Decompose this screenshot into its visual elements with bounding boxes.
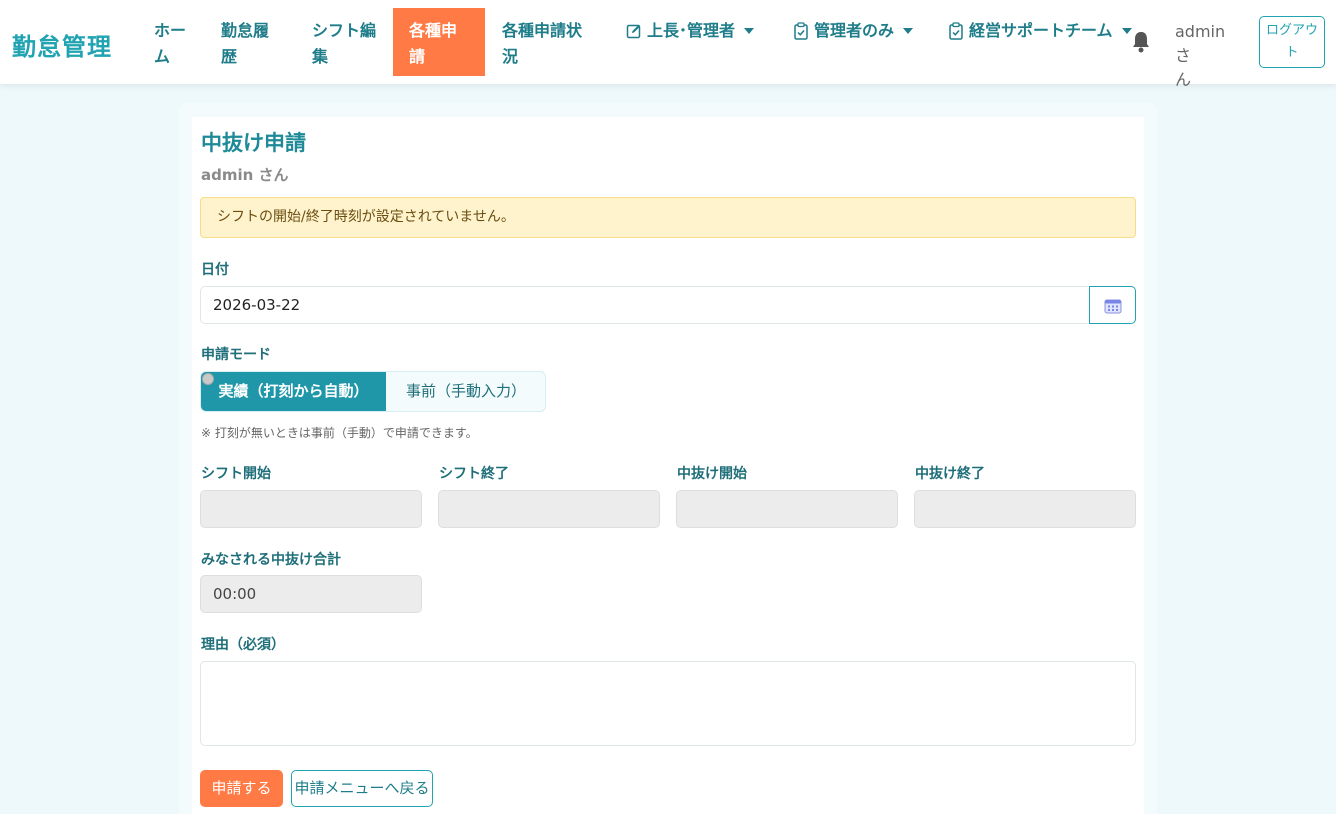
brand-logo[interactable]: 勤怠管理 xyxy=(12,27,112,62)
nav-home-label-1: ホー xyxy=(154,21,187,40)
shift-start-label: シフト開始 xyxy=(201,466,271,482)
back-to-menu-button[interactable]: 申請メニューへ戻る xyxy=(291,770,433,807)
reason-textarea[interactable] xyxy=(200,661,1136,746)
page-subtitle: admin さん xyxy=(201,166,289,184)
user-name-line-1: admin さ xyxy=(1175,22,1226,65)
logout-button[interactable]: ログアウ ト xyxy=(1259,16,1325,68)
nav-shift-edit-label-1: シフト編 xyxy=(312,21,377,40)
shift-start-field[interactable] xyxy=(200,490,422,528)
chevron-down-icon xyxy=(744,28,755,34)
break-start-label: 中抜け開始 xyxy=(677,466,747,482)
logout-label-1: ログアウ xyxy=(1265,23,1318,38)
clipboard-check-icon xyxy=(949,22,963,40)
mode-hint: ※ 打刻が無いときは事前（手動）で申請できます。 xyxy=(201,426,478,440)
top-navbar: 勤怠管理 ホー ム 勤怠履 歴 シフト編 集 各種申 請 各種申請状 況 上長･… xyxy=(0,0,1336,89)
date-input-group xyxy=(200,286,1136,324)
nav-home-label-2: ム xyxy=(154,47,171,66)
mode-actual-button[interactable]: 実績（打刻から自動） xyxy=(201,372,386,411)
nav-shift-edit[interactable]: シフト編 集 xyxy=(312,8,376,76)
nav-application-status-label-1: 各種申請状 xyxy=(502,21,583,40)
nav-dropdown-management-support-label: 経営サポートチーム xyxy=(969,21,1113,40)
nav-applications-label-2: 請 xyxy=(409,47,426,66)
nav-attendance-history-label-2: 歴 xyxy=(221,47,238,66)
total-break-field[interactable]: 00:00 xyxy=(200,575,422,613)
nav-dropdown-supervisor[interactable]: 上長･管理者 xyxy=(626,8,755,76)
calendar-button[interactable] xyxy=(1089,286,1136,324)
radio-indicator xyxy=(202,373,214,385)
mode-manual-button[interactable]: 事前（手動入力） xyxy=(386,372,546,411)
mode-label: 申請モード xyxy=(201,347,271,363)
pencil-square-icon xyxy=(626,24,641,39)
submit-button[interactable]: 申請する xyxy=(200,770,283,807)
mode-toggle: 実績（打刻から自動） 事前（手動入力） xyxy=(200,371,546,412)
total-break-label: みなされる中抜け合計 xyxy=(201,552,341,568)
clipboard-check-icon xyxy=(794,22,808,40)
user-name-line-2: ん xyxy=(1175,70,1192,89)
nav-attendance-history-label-1: 勤怠履 xyxy=(221,21,270,40)
date-input[interactable] xyxy=(200,286,1090,324)
shift-end-field[interactable] xyxy=(438,490,660,528)
break-end-label: 中抜け終了 xyxy=(915,466,985,482)
logout-label-2: ト xyxy=(1285,45,1299,60)
nav-shift-edit-label-2: 集 xyxy=(312,47,329,66)
nav-applications-label-1: 各種申 xyxy=(409,21,458,40)
calendar-icon xyxy=(1104,299,1122,314)
page-title: 中抜け申請 xyxy=(201,131,306,155)
date-label: 日付 xyxy=(201,262,229,278)
break-start-field[interactable] xyxy=(676,490,898,528)
chevron-down-icon xyxy=(903,28,914,34)
nav-dropdown-admin-only[interactable]: 管理者のみ xyxy=(793,8,914,76)
bell-icon[interactable] xyxy=(1130,30,1152,54)
nav-application-status[interactable]: 各種申請状 況 xyxy=(502,8,582,76)
nav-application-status-label-2: 況 xyxy=(502,47,519,66)
break-end-field[interactable] xyxy=(914,490,1136,528)
warning-alert: シフトの開始/終了時刻が設定されていません。 xyxy=(200,197,1136,238)
nav-applications[interactable]: 各種申 請 xyxy=(393,8,485,76)
nav-attendance-history[interactable]: 勤怠履 歴 xyxy=(221,8,269,76)
reason-label: 理由（必須） xyxy=(201,637,285,653)
nav-dropdown-admin-only-label: 管理者のみ xyxy=(814,21,895,40)
nav-dropdown-supervisor-label: 上長･管理者 xyxy=(647,21,736,40)
nav-dropdown-management-support[interactable]: 経営サポートチーム xyxy=(948,8,1132,76)
nav-home[interactable]: ホー ム xyxy=(154,8,186,76)
shift-end-label: シフト終了 xyxy=(439,466,509,482)
user-name-label: admin さ ん xyxy=(1175,20,1241,92)
